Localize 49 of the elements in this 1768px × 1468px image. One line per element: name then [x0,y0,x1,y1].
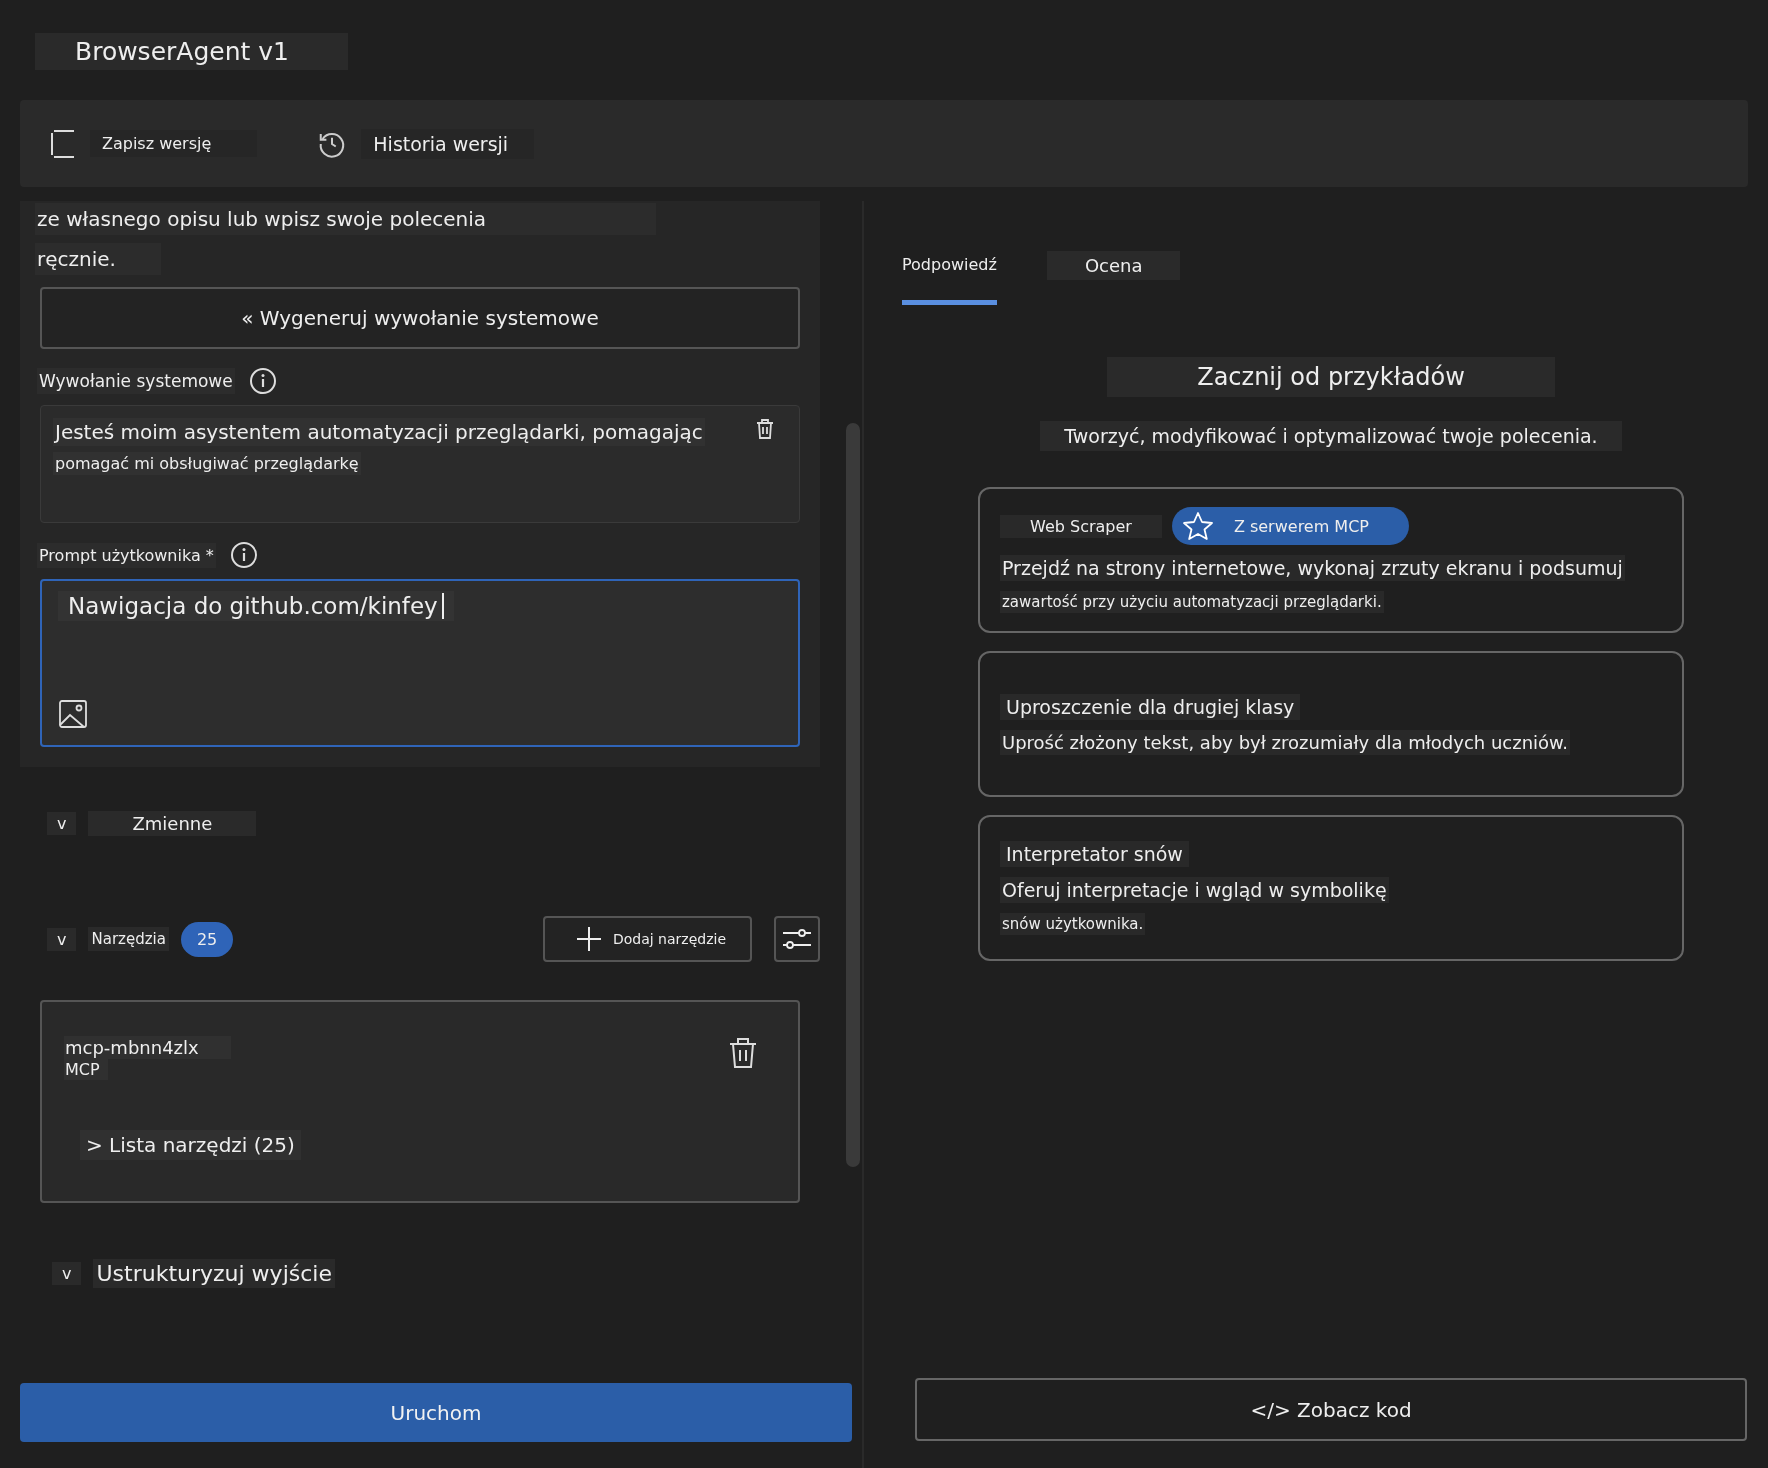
tool-list-toggle[interactable]: > Lista narzędzi (25) [80,1130,301,1160]
card-description: Oferuj interpretacje i wgląd w symbolikę [1000,877,1389,903]
system-prompt-text: pomagać mi obsługiwać przeglądarkę [53,452,361,475]
star-icon [1181,511,1214,541]
card-description: Przejdź na strony internetowe, wykonaj zrzuty ekranu i podsumuj [1000,555,1625,581]
user-prompt-field[interactable]: Nawigacja do github.com/kinfey [40,579,800,747]
examples-heading: Zacznij od przykładów [1107,357,1555,397]
expand-toggle[interactable]: v [47,927,77,951]
count-badge: 25 [180,921,234,957]
run-button[interactable]: Uruchom [20,1383,852,1442]
app-title: BrowserAgent v1 [35,33,348,70]
plus-icon [574,925,603,953]
info-icon[interactable] [229,541,258,569]
tab[interactable]: Podpowiedź [902,251,997,305]
filter-button[interactable] [774,916,820,962]
field-label: Prompt użytkownika * [37,542,216,568]
system-prompt-field[interactable]: Jesteś moim asystentem automatyzacji przeglądarki, pomagając pomagać mi obsługiwać przeglądarkę [40,405,800,523]
sliders-icon [781,926,813,952]
example-card[interactable]: Interpretator snów Oferuj interpretacje i wgląd w symbolikę snów użytkownika. [978,815,1684,961]
tool-type: MCP [64,1059,108,1080]
section-title[interactable]: Narzędzia [88,927,169,951]
card-title: Uproszczenie dla drugiej klasy [1000,693,1301,720]
scrollbar[interactable] [846,423,860,1167]
example-card[interactable]: Uproszczenie dla drugiej klasy Uprość złożony tekst, aby był zrozumiały dla młodych uczniów. [978,651,1684,797]
field-label: Wywołanie systemowe [37,368,235,394]
tool-name: mcp-mbnn4zlx [64,1036,231,1059]
expand-toggle[interactable]: v [47,812,77,835]
generate-system-prompt-button[interactable]: « Wygeneruj wywołanie systemowe [40,287,800,349]
add-tool-button[interactable]: Dodaj narzędzie [542,916,752,962]
mcp-tag: Z serwerem MCP [1171,507,1409,545]
tab[interactable]: Ocena [1046,251,1181,280]
trash-icon[interactable] [728,1036,758,1070]
system-prompt-text: Jesteś moim asystentem automatyzacji przeglądarki, pomagając [53,418,705,446]
card-title: Interpretator snów [1000,841,1189,867]
card-title: Web Scraper [1000,514,1162,538]
intro-text: ze własnego opisu lub wpisz swoje polecenia [35,203,657,235]
card-description: Uprość złożony tekst, aby był zrozumiały dla młodych uczniów. [1000,729,1570,755]
trash-icon[interactable] [755,418,775,440]
image-icon[interactable] [58,699,88,729]
expand-toggle[interactable]: v [52,1262,82,1285]
view-code-button[interactable]: </> Zobacz kod [915,1378,1747,1441]
example-card[interactable]: Web Scraper Z serwerem MCP Przejdź na strony internetowe, wykonaj zrzuty ekranu i podsumuj zawartość przy użyciu automatyzacji przeglądarki. [978,487,1684,633]
section-title[interactable]: Ustrukturyzuj wyjście [93,1259,335,1288]
card-description: snów użytkownika. [1000,913,1146,935]
intro-text: ręcznie. [35,243,161,275]
section-title[interactable]: Zmienne [88,811,257,836]
info-icon[interactable] [248,367,277,395]
examples-subtitle: Tworzyć, modyfikować i optymalizować twoje polecenia. [1040,421,1622,451]
card-description: zawartość przy użyciu automatyzacji przeglądarki. [1000,591,1384,613]
